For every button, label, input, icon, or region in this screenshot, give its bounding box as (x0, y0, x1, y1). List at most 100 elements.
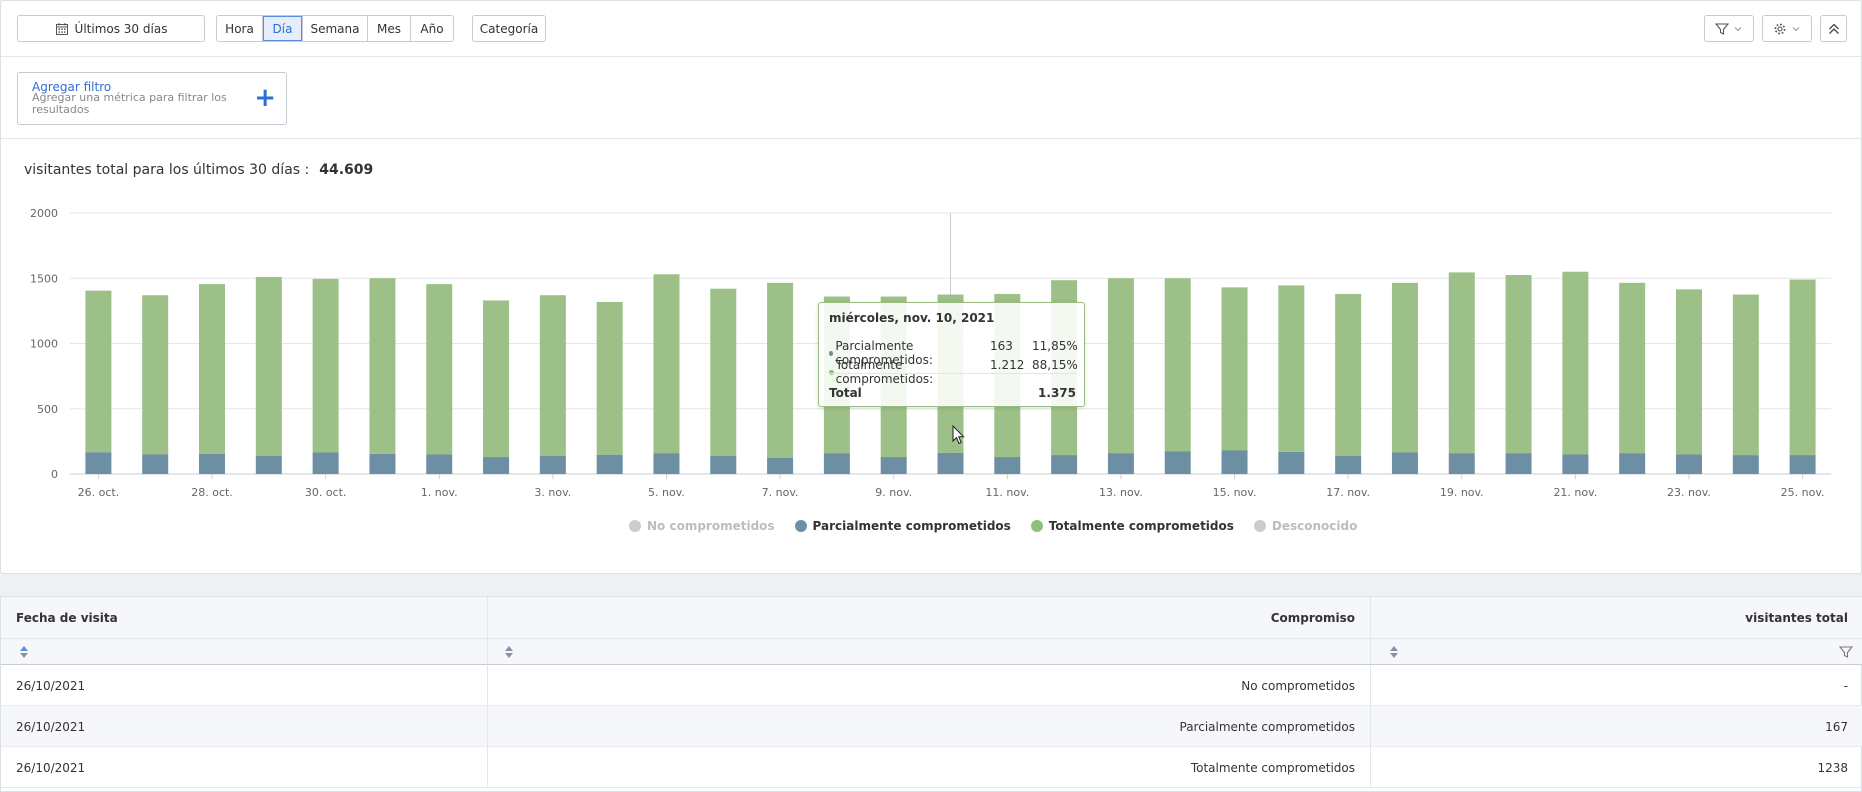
tooltip-title: miércoles, nov. 10, 2021 (829, 311, 995, 325)
bar-parcialmente (483, 457, 510, 474)
bar-parcialmente (142, 454, 169, 474)
bar-parcialmente (596, 454, 623, 474)
settings-dropdown-button[interactable] (1762, 15, 1812, 42)
cell-compromiso: Parcialmente comprometidos (488, 706, 1371, 747)
add-filter-description: Agregar una métrica para filtrar los res… (32, 91, 227, 116)
bar-totalmente (85, 290, 112, 453)
sort-arrows-icon[interactable] (1389, 645, 1399, 659)
granularity-selector: Hora Día Semana Mes Año (216, 15, 454, 42)
table-row[interactable]: 26/10/2021 Totalmente comprometidos 1238 (1, 747, 1862, 788)
bar-parcialmente (312, 452, 339, 474)
bar-parcialmente (1675, 454, 1702, 474)
granularity-hora[interactable]: Hora (217, 16, 263, 41)
legend-dot (794, 520, 807, 532)
bar-parcialmente (937, 452, 964, 474)
bar-totalmente (199, 284, 226, 454)
bar-totalmente (483, 300, 510, 458)
bar-parcialmente (823, 453, 850, 474)
cell-fecha: 26/10/2021 (1, 665, 488, 706)
x-tick-label: 26. oct. (78, 486, 120, 499)
sort-cell-compromiso (488, 639, 1371, 665)
bar-parcialmente (1391, 452, 1418, 474)
tooltip-total-value: 1.375 (1038, 386, 1076, 400)
cell-visitantes: - (1843, 678, 1848, 693)
tooltip-total-label: Total (829, 386, 862, 400)
category-button[interactable]: Categoría (472, 15, 546, 42)
y-tick-label: 500 (37, 403, 58, 416)
x-tick-label: 13. nov. (1099, 486, 1143, 499)
legend-item-no-comprometidos[interactable]: No comprometidos (629, 519, 775, 533)
chart-tooltip: miércoles, nov. 10, 2021 Parcialmente co… (818, 302, 1085, 407)
bar-totalmente (1335, 293, 1362, 456)
sort-arrows-icon[interactable] (504, 645, 514, 659)
bar-parcialmente (1107, 453, 1134, 474)
column-header-visitantes[interactable]: visitantes total (1371, 597, 1862, 639)
cell-compromiso: Totalmente comprometidos (488, 747, 1371, 788)
bar-totalmente (767, 282, 794, 458)
date-range-button[interactable]: Últimos 30 días (17, 15, 205, 42)
sort-arrows-icon[interactable] (19, 645, 29, 659)
tooltip-row-total-comp: Totalmente comprometidos: 1.212 88,15% (829, 358, 1078, 386)
sort-cell-fecha (1, 639, 488, 665)
bar-parcialmente (1051, 455, 1078, 474)
cell-visitantes: 167 (1825, 719, 1848, 734)
bar-totalmente (539, 295, 566, 456)
add-filter-box[interactable]: Agregar filtro Agregar una métrica para … (17, 72, 287, 125)
plus-icon[interactable]: + (254, 85, 276, 111)
tooltip-separator (829, 373, 1076, 374)
filter-icon (1715, 22, 1729, 35)
legend-dot (1253, 520, 1266, 532)
table-row[interactable]: 26/10/2021 No comprometidos - (1, 665, 1862, 706)
collapse-button[interactable] (1820, 15, 1847, 42)
bar-parcialmente (767, 457, 794, 474)
date-range-label: Últimos 30 días (74, 21, 168, 36)
x-tick-label: 25. nov. (1781, 486, 1825, 499)
x-tick-label: 23. nov. (1667, 486, 1711, 499)
bar-totalmente (312, 278, 339, 453)
x-tick-label: 19. nov. (1440, 486, 1484, 499)
bar-parcialmente (1278, 451, 1305, 474)
bar-parcialmente (880, 457, 907, 474)
legend-item-desconocido[interactable]: Desconocido (1253, 519, 1357, 533)
bar-totalmente (1732, 294, 1759, 456)
granularity-dia[interactable]: Día (263, 16, 303, 41)
y-tick-label: 1500 (30, 272, 58, 285)
chevron-up-double-icon (1828, 23, 1839, 34)
x-tick-label: 9. nov. (875, 486, 912, 499)
cell-fecha: 26/10/2021 (1, 747, 488, 788)
bar-parcialmente (710, 455, 737, 474)
bar-parcialmente (539, 455, 566, 474)
x-tick-label: 7. nov. (762, 486, 799, 499)
mouse-cursor-icon (952, 425, 965, 445)
legend-item-parcialmente[interactable]: Parcialmente comprometidos (794, 519, 1011, 533)
x-tick-label: 21. nov. (1553, 486, 1597, 499)
filter-icon[interactable] (1839, 645, 1853, 659)
y-tick-label: 1000 (30, 338, 58, 351)
bar-parcialmente (369, 453, 396, 474)
toolbar: Últimos 30 días Hora Día Semana Mes Año … (1, 1, 1861, 57)
bar-parcialmente (1789, 455, 1816, 474)
x-tick-label: 30. oct. (305, 486, 347, 499)
column-header-compromiso[interactable]: Compromiso (488, 597, 1371, 639)
report-panel: Últimos 30 días Hora Día Semana Mes Año … (0, 0, 1862, 574)
table-row[interactable]: 26/10/2021 Parcialmente comprometidos 16… (1, 706, 1862, 747)
granularity-mes[interactable]: Mes (368, 16, 411, 41)
bar-totalmente (1562, 271, 1589, 455)
filter-dropdown-button[interactable] (1704, 15, 1754, 42)
legend-dot (629, 520, 641, 532)
bar-parcialmente (1335, 455, 1362, 474)
bar-parcialmente (1505, 453, 1532, 474)
bar-parcialmente (199, 453, 226, 474)
legend-item-totalmente[interactable]: Totalmente comprometidos (1030, 519, 1234, 533)
bar-totalmente (596, 302, 623, 455)
summary-value: 44.609 (319, 162, 374, 178)
bar-totalmente (1278, 285, 1305, 452)
chevron-down-icon (1734, 26, 1742, 31)
x-tick-label: 3. nov. (534, 486, 571, 499)
bar-totalmente (369, 278, 396, 454)
column-header-fecha[interactable]: Fecha de visita (1, 597, 488, 639)
bar-totalmente (710, 288, 737, 456)
bar-parcialmente (426, 454, 453, 474)
granularity-semana[interactable]: Semana (303, 16, 368, 41)
granularity-ano[interactable]: Año (411, 16, 453, 41)
